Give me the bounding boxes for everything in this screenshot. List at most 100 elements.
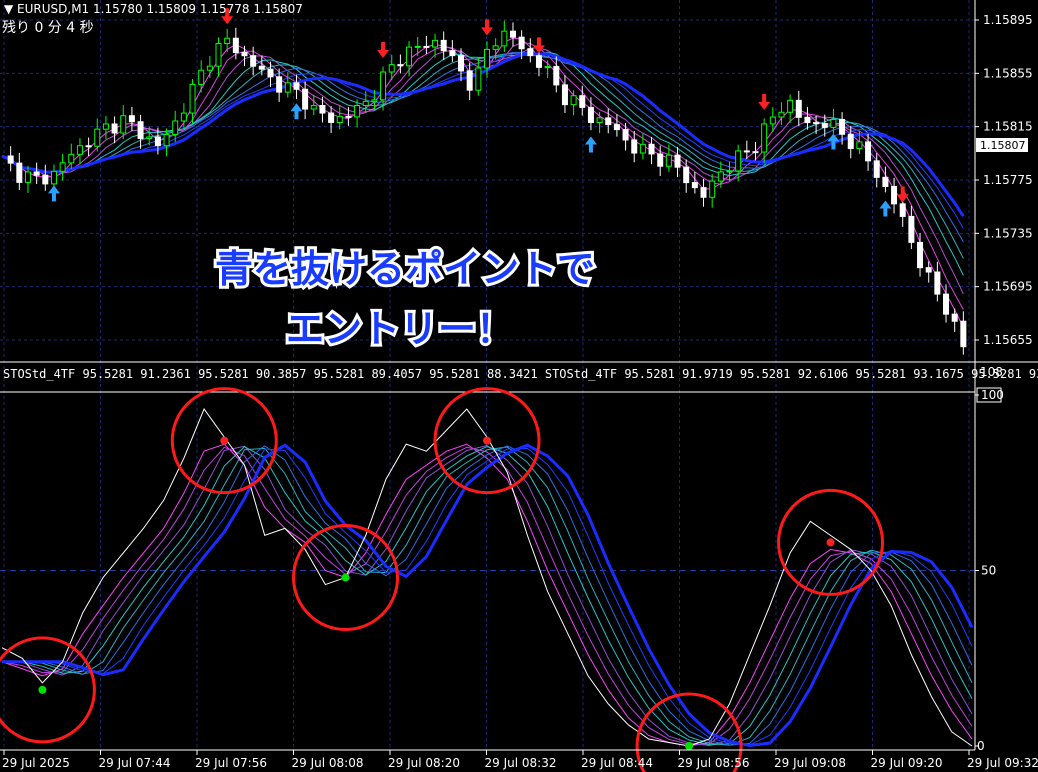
price-tick-label: 1.15695 <box>983 280 1033 294</box>
candle-body <box>345 115 352 118</box>
candle-body <box>613 124 620 131</box>
candle-body <box>7 155 14 164</box>
candle-body <box>120 115 127 134</box>
candle-body <box>68 153 75 164</box>
candle-body <box>163 134 170 147</box>
candle-body <box>795 99 802 118</box>
candle-body <box>458 55 465 72</box>
current-price-label: 1.15807 <box>980 139 1026 152</box>
time-tick-label: 29 Jul 08:44 <box>581 756 653 770</box>
candle-body <box>492 45 499 50</box>
candle-body <box>59 162 66 172</box>
ind-tick-label: 100 <box>981 388 1004 402</box>
candle-body <box>232 37 239 53</box>
time-tick-label: 29 Jul 08:08 <box>292 756 364 770</box>
time-tick-label: 29 Jul 08:56 <box>678 756 750 770</box>
time-tick-label: 29 Jul 08:32 <box>485 756 557 770</box>
candle-body <box>354 105 361 118</box>
candle-body <box>388 64 395 73</box>
candle-body <box>544 66 551 69</box>
candle-body <box>683 166 690 184</box>
chart-background <box>0 0 1038 772</box>
candle-body <box>934 271 941 295</box>
candle-body <box>665 154 672 167</box>
candle-body <box>33 171 40 176</box>
price-tick-label: 1.15855 <box>983 66 1033 80</box>
price-tick-label: 1.15815 <box>983 120 1033 134</box>
candle-body <box>128 115 135 123</box>
time-tick-label: 29 Jul 09:08 <box>774 756 846 770</box>
candle-body <box>362 100 369 107</box>
candle-body <box>146 136 153 139</box>
candle-body <box>198 69 205 85</box>
candle-body <box>154 136 161 147</box>
candle-body <box>42 174 49 185</box>
candle-body <box>267 68 274 78</box>
candle-body <box>856 141 863 150</box>
candle-body <box>787 99 794 113</box>
candle-body <box>639 143 646 154</box>
candle-body <box>397 64 404 67</box>
red-dot <box>483 436 491 445</box>
candle-body <box>951 313 958 322</box>
annotation-line-2: エントリー！ <box>286 307 514 351</box>
candle-body <box>440 39 447 52</box>
price-tick-label: 1.15775 <box>983 173 1033 187</box>
candle-body <box>960 320 967 348</box>
mt4-chart-window[interactable]: 1.15895 1.15855 1.15815 1.15775 1.15735 1.156… <box>0 0 1038 772</box>
candle-body <box>406 46 413 67</box>
candle-body <box>509 30 516 38</box>
candle-body <box>717 171 724 182</box>
candle-body <box>85 145 92 148</box>
candle-body <box>501 30 508 47</box>
candle-body <box>16 162 23 183</box>
candle-body <box>743 150 750 153</box>
candle-body <box>276 76 283 93</box>
candle-body <box>579 95 586 108</box>
candle-body <box>535 55 542 68</box>
candle-body <box>700 187 707 198</box>
candle-body <box>865 141 872 162</box>
candle-body <box>553 66 560 86</box>
candle-body <box>847 133 854 150</box>
candle-body <box>24 171 31 183</box>
candle-body <box>761 123 768 153</box>
candle-body <box>596 117 603 123</box>
candle-body <box>76 145 83 155</box>
candle-body <box>778 111 785 118</box>
symbol-info: EURUSD,M1 1.15780 1.15809 1.15778 1.1580… <box>17 2 303 16</box>
candle-body <box>769 116 776 125</box>
candle-body <box>622 129 629 141</box>
candle-body <box>752 151 759 154</box>
candle-body <box>691 182 698 189</box>
candle-body <box>328 112 335 123</box>
candle-body <box>561 84 568 106</box>
candle-body <box>709 180 716 198</box>
candle-body <box>50 170 57 185</box>
candle-body <box>587 106 594 123</box>
candle-body <box>380 71 387 101</box>
time-tick-label: 29 Jul 07:44 <box>99 756 171 770</box>
annotation-line-1: 青を抜けるポイントで <box>215 247 595 291</box>
candle-body <box>873 160 880 178</box>
green-dot <box>341 573 350 582</box>
candle-body <box>891 185 898 205</box>
price-tick-label: 1.15655 <box>983 333 1033 347</box>
green-dot <box>38 685 47 694</box>
candle-body <box>899 203 906 217</box>
candle-body <box>371 99 378 102</box>
candle-body <box>674 154 681 168</box>
candle-body <box>414 45 421 48</box>
candle-body <box>189 83 196 114</box>
candle-body <box>518 36 525 50</box>
candle-body <box>302 88 309 110</box>
candle-body <box>925 267 932 273</box>
price-tick-label: 1.15735 <box>983 226 1033 240</box>
candle-body <box>258 65 265 70</box>
candle-body <box>180 112 187 122</box>
candle-body <box>527 48 534 57</box>
ind-tick-label: 50 <box>981 564 996 578</box>
price-tick-label: 1.15895 <box>983 13 1033 27</box>
candle-body <box>657 153 664 167</box>
dropdown-triangle-icon[interactable]: ▼ <box>4 2 17 16</box>
